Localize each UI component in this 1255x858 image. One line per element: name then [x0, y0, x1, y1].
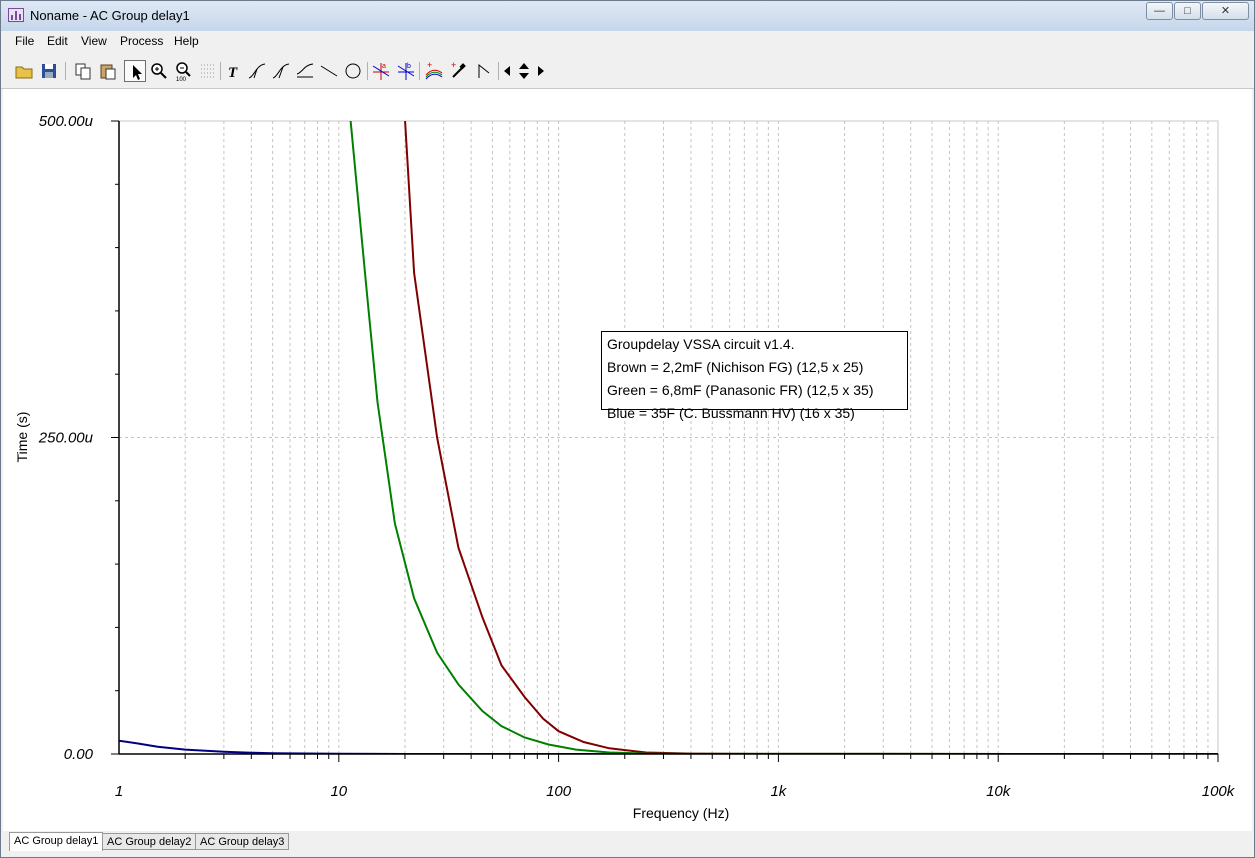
x-tick-label: 100 — [546, 783, 572, 800]
svg-text:100: 100 — [176, 77, 187, 82]
menu-edit[interactable]: Edit — [47, 34, 68, 48]
open-folder-icon[interactable] — [13, 60, 35, 82]
annotation-line: Brown = 2,2mF (Nichison FG) (12,5 x 25) — [607, 359, 864, 375]
paste-icon[interactable] — [97, 60, 119, 82]
svg-text:T: T — [228, 65, 238, 81]
svg-text:+: + — [451, 60, 456, 70]
circle-icon[interactable] — [342, 60, 364, 82]
annotation-line: Green = 6,8mF (Panasonic FR) (12,5 x 35) — [607, 382, 874, 398]
x-tick-label: 10k — [986, 783, 1012, 800]
annotation-line: Groupdelay VSSA circuit v1.4. — [607, 336, 795, 352]
title-bar: Noname - AC Group delay1 — □ ✕ — [1, 1, 1254, 31]
right-arrow-icon[interactable] — [535, 60, 547, 82]
svg-text:b: b — [407, 63, 411, 70]
save-icon[interactable] — [38, 60, 60, 82]
close-button[interactable]: ✕ — [1202, 2, 1249, 20]
menu-process[interactable]: Process — [120, 34, 163, 48]
zoom-100-icon[interactable]: 100 — [173, 60, 195, 82]
x-tick-label: 100k — [1202, 783, 1236, 800]
group-delay-chart[interactable]: 1 10 100 1k 10k 100k 500.00u 250.00u 0.00 Freque… — [3, 89, 1252, 831]
tab-ac-group-delay3[interactable]: AC Group delay3 — [195, 833, 290, 850]
flag-icon[interactable] — [473, 60, 495, 82]
zoom-in-icon[interactable] — [148, 60, 170, 82]
svg-text:+: + — [427, 60, 432, 70]
y-tick-label: 500.00u — [39, 113, 94, 130]
line-icon[interactable] — [318, 60, 340, 82]
x-axis-label: Frequency (Hz) — [633, 805, 729, 821]
picker-icon[interactable]: + — [448, 60, 470, 82]
y-tick-label: 0.00 — [64, 746, 94, 763]
left-arrow-icon[interactable] — [501, 60, 513, 82]
annotation-line: Blue = 35F (C. Bussmann HV) (16 x 35) — [607, 405, 855, 421]
tab-ac-group-delay2[interactable]: AC Group delay2 — [102, 833, 197, 850]
menu-help[interactable]: Help — [174, 34, 199, 48]
tab-ac-group-delay1[interactable]: AC Group delay1 — [9, 832, 104, 851]
marker-b-icon[interactable]: b — [395, 60, 417, 82]
x-tick-label: 1k — [770, 783, 787, 800]
marker-a-icon[interactable]: a — [370, 60, 392, 82]
x-tick-label: 10 — [330, 783, 347, 800]
menu-view[interactable]: View — [81, 34, 107, 48]
pointer-icon[interactable] — [124, 60, 146, 82]
svg-text:a: a — [382, 63, 386, 70]
minimize-button[interactable]: — — [1146, 2, 1173, 20]
window-title: Noname - AC Group delay1 — [30, 8, 190, 23]
menu-bar: File Edit View Process Help — [1, 31, 1254, 51]
y-axis-label: Time (s) — [14, 412, 30, 463]
y-tick-label: 250.00u — [38, 430, 94, 447]
toolbar: 100 T a b + + — [1, 54, 1254, 89]
app-window: Noname - AC Group delay1 — □ ✕ File Edit… — [0, 0, 1255, 858]
cursor-tool-3-icon[interactable] — [294, 60, 316, 82]
grid-icon[interactable] — [197, 60, 219, 82]
menu-file[interactable]: File — [15, 34, 34, 48]
up-down-arrow-icon[interactable] — [514, 60, 534, 82]
cursor-tool-2-icon[interactable] — [270, 60, 292, 82]
curves-icon[interactable]: + — [423, 60, 445, 82]
text-icon[interactable]: T — [223, 60, 245, 82]
x-tick-label: 1 — [115, 783, 123, 800]
maximize-button[interactable]: □ — [1174, 2, 1201, 20]
cursor-tool-icon[interactable] — [246, 60, 268, 82]
app-logo-icon — [8, 8, 24, 22]
plot-area[interactable]: 1 10 100 1k 10k 100k 500.00u 250.00u 0.00 Freque… — [3, 89, 1252, 831]
annotation-box[interactable]: Groupdelay VSSA circuit v1.4. Brown = 2,… — [601, 331, 908, 421]
copy-icon[interactable] — [72, 60, 94, 82]
tab-bar: AC Group delay1 AC Group delay2 AC Group… — [1, 831, 1254, 857]
